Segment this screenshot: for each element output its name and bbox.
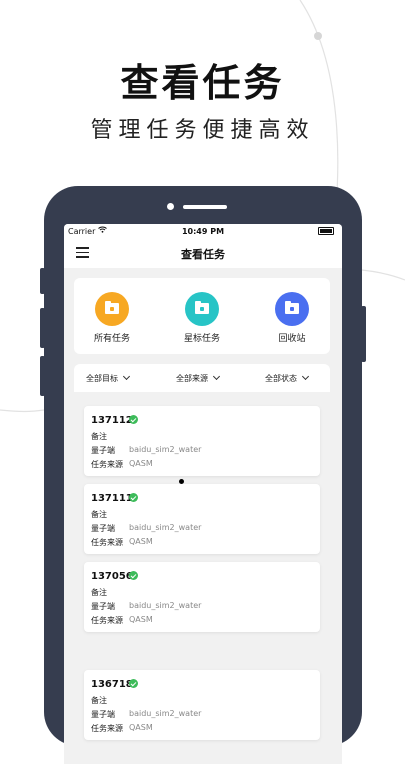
task-card[interactable]: 137056 备注 量子端 baidu_sim2_water 任务来源 QASM — [84, 562, 320, 632]
task-id: 137056 — [91, 571, 133, 582]
note-label: 备注 — [91, 588, 107, 597]
source-value: QASM — [129, 615, 153, 624]
quantum-value: baidu_sim2_water — [129, 445, 202, 454]
quantum-value: baidu_sim2_water — [129, 709, 202, 718]
category-label: 所有任务 — [93, 334, 130, 344]
battery-icon — [318, 227, 334, 235]
task-id: 136718 — [91, 679, 133, 690]
note-label: 备注 — [91, 510, 107, 519]
chevron-down-icon — [301, 372, 310, 381]
quantum-value: baidu_sim2_water — [129, 523, 202, 532]
category-label: 回收站 — [278, 334, 306, 344]
category-card: 所有任务 星标任务 回收站 — [74, 278, 330, 354]
category-all-tasks[interactable]: 所有任务 — [82, 292, 142, 344]
source-label: 任务来源 — [91, 616, 123, 625]
task-card[interactable]: 137111 备注 量子端 baidu_sim2_water 任务来源 QASM — [84, 484, 320, 554]
speaker-grille — [183, 205, 227, 209]
quantum-label: 量子端 — [91, 524, 115, 533]
chevron-down-icon — [122, 372, 131, 381]
app-screen: Carrier 10:49 PM 查看任务 所有任务 星标任务 回收站 全部目标… — [64, 224, 342, 764]
source-value: QASM — [129, 537, 153, 546]
source-value: QASM — [129, 723, 153, 732]
quantum-label: 量子端 — [91, 710, 115, 719]
note-label: 备注 — [91, 432, 107, 441]
phone-volume-up-button — [40, 308, 45, 348]
filter-label: 全部状态 — [265, 374, 297, 383]
task-card[interactable]: 137112 备注 量子端 baidu_sim2_water 任务来源 QASM — [84, 406, 320, 476]
source-value: QASM — [129, 459, 153, 468]
nav-bar: 查看任务 — [64, 238, 342, 268]
phone-volume-down-button — [40, 356, 45, 396]
category-label: 星标任务 — [183, 334, 220, 344]
filter-source[interactable]: 全部来源 — [176, 372, 221, 384]
filter-status[interactable]: 全部状态 — [265, 372, 310, 384]
promo-title: 查看任务 — [120, 61, 285, 105]
quantum-value: baidu_sim2_water — [129, 601, 202, 610]
category-starred-tasks[interactable]: 星标任务 — [172, 292, 232, 344]
source-label: 任务来源 — [91, 538, 123, 547]
folder-icon — [95, 292, 129, 326]
phone-mute-button — [40, 268, 45, 294]
filter-target[interactable]: 全部目标 — [86, 372, 131, 384]
touch-cursor-dot — [179, 479, 184, 484]
status-time: 10:49 PM — [181, 227, 225, 236]
category-recycle-bin[interactable]: 回收站 — [262, 292, 322, 344]
filter-label: 全部来源 — [176, 374, 208, 383]
source-label: 任务来源 — [91, 460, 123, 469]
check-circle-icon — [129, 415, 138, 424]
check-circle-icon — [129, 493, 138, 502]
phone-frame: Carrier 10:49 PM 查看任务 所有任务 星标任务 回收站 全部目标… — [40, 186, 366, 764]
filter-label: 全部目标 — [86, 374, 118, 383]
source-label: 任务来源 — [91, 724, 123, 733]
phone-power-button — [361, 306, 366, 362]
camera-dot — [167, 203, 174, 210]
check-circle-icon — [129, 571, 138, 580]
task-id: 137111 — [91, 493, 133, 504]
task-card[interactable]: 136718 备注 量子端 baidu_sim2_water 任务来源 QASM — [84, 670, 320, 740]
promo-subtitle: 管理任务便捷高效 — [90, 118, 315, 143]
nav-title: 查看任务 — [181, 248, 225, 261]
star-folder-icon — [185, 292, 219, 326]
note-label: 备注 — [91, 696, 107, 705]
quantum-label: 量子端 — [91, 602, 115, 611]
filter-bar: 全部目标 全部来源 全部状态 — [74, 364, 330, 392]
trash-folder-icon — [275, 292, 309, 326]
status-bar: Carrier 10:49 PM — [64, 224, 342, 238]
chevron-down-icon — [212, 372, 221, 381]
check-circle-icon — [129, 679, 138, 688]
quantum-label: 量子端 — [91, 446, 115, 455]
task-id: 137112 — [91, 415, 133, 426]
